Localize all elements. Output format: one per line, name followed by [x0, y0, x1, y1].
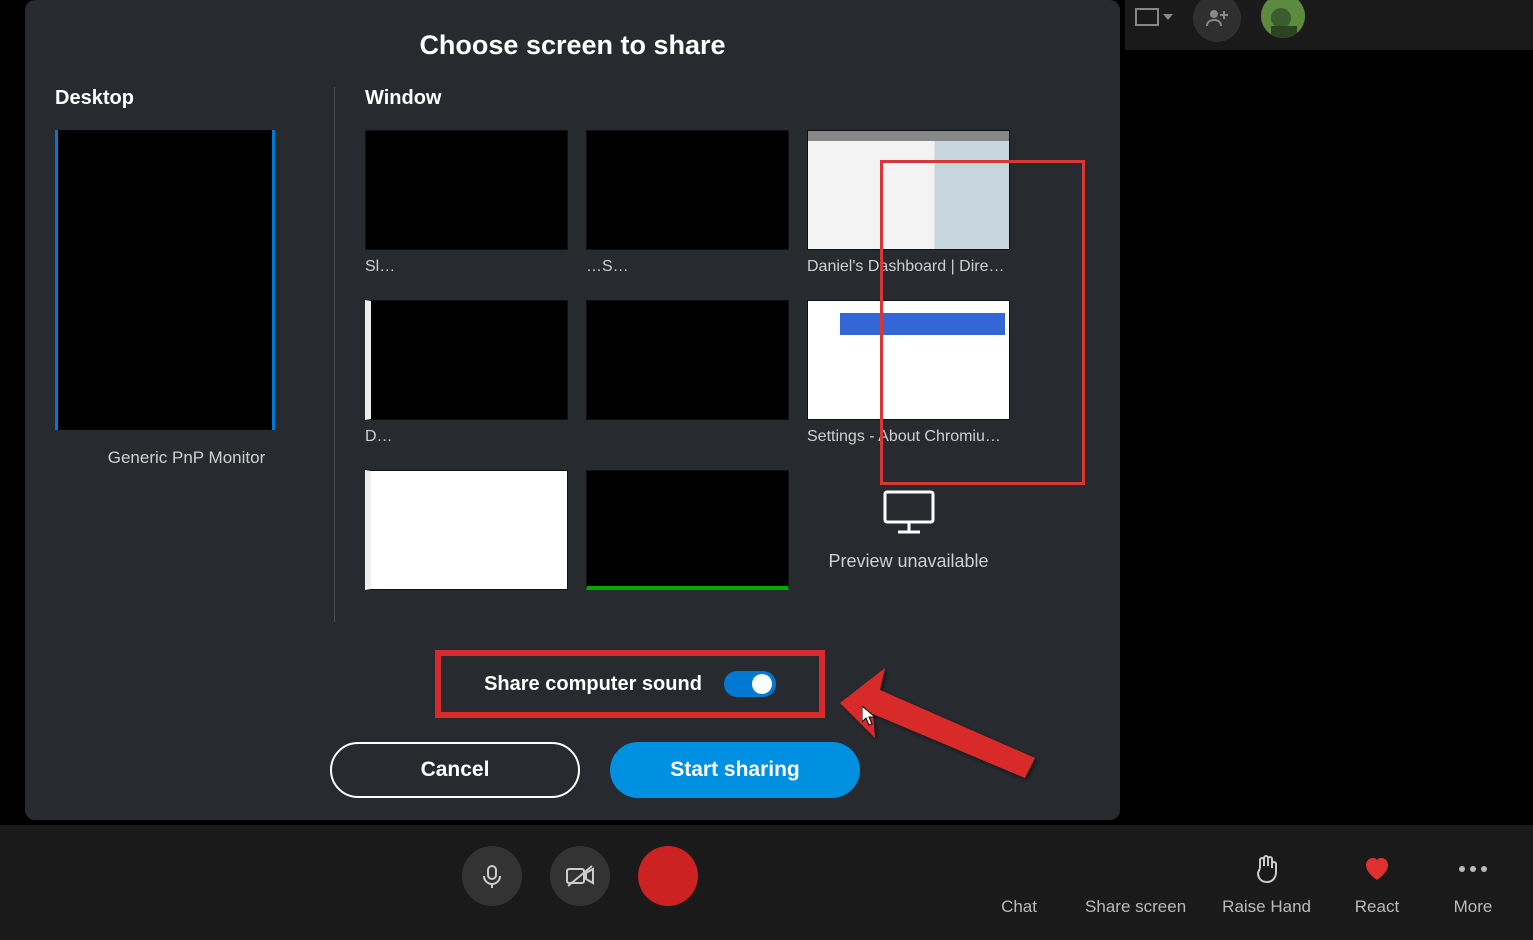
- react-label: React: [1355, 897, 1399, 917]
- window-item[interactable]: [586, 470, 789, 622]
- annotation-highlight-icon: Share computer sound: [435, 650, 825, 718]
- desktop-thumbnail[interactable]: [55, 130, 275, 430]
- add-people-button[interactable]: [1193, 0, 1241, 42]
- window-label: Settings - About Chromiu…: [807, 428, 1010, 452]
- share-screen-dialog: Choose screen to share Desktop Generic P…: [25, 0, 1120, 820]
- raise-hand-label: Raise Hand: [1222, 897, 1311, 917]
- window-header: Window: [365, 87, 1090, 110]
- window-label: [586, 598, 789, 622]
- more-label: More: [1454, 897, 1493, 917]
- window-item[interactable]: …S…: [586, 130, 789, 282]
- dialog-title: Choose screen to share: [55, 30, 1090, 61]
- window-label: D…: [365, 428, 568, 452]
- window-item[interactable]: Settings - About Chromiu…: [807, 300, 1010, 452]
- share-sound-label: Share computer sound: [484, 673, 702, 696]
- window-item[interactable]: D…: [365, 300, 568, 452]
- window-label: …S…: [586, 258, 789, 282]
- react-button[interactable]: React: [1347, 849, 1407, 917]
- mute-button[interactable]: [462, 846, 522, 906]
- desktop-header: Desktop: [55, 87, 318, 110]
- window-section: Window Sl… …S… Daniel's Dashboard | Dire…: [335, 87, 1090, 622]
- call-toolbar: Chat Share screen Raise Hand React More: [0, 825, 1533, 940]
- window-label: [586, 428, 789, 452]
- window-item[interactable]: Sl…: [365, 130, 568, 282]
- call-header: [1125, 0, 1533, 50]
- video-button[interactable]: [550, 846, 610, 906]
- window-item[interactable]: [586, 300, 789, 452]
- more-button[interactable]: More: [1443, 849, 1503, 917]
- cancel-button[interactable]: Cancel: [330, 742, 580, 798]
- window-item[interactable]: Daniel's Dashboard | Direct…: [807, 130, 1010, 282]
- window-label: [365, 598, 568, 622]
- window-item[interactable]: [365, 470, 568, 622]
- window-label: Daniel's Dashboard | Direct…: [807, 258, 1010, 282]
- share-screen-button[interactable]: Share screen: [1085, 849, 1186, 917]
- end-call-button[interactable]: [638, 846, 698, 906]
- start-sharing-button[interactable]: Start sharing: [610, 742, 860, 798]
- chat-label: Chat: [1001, 897, 1037, 917]
- preview-unavailable-label: Preview unavailable: [828, 551, 988, 572]
- desktop-section: Desktop Generic PnP Monitor: [55, 87, 335, 622]
- view-mode-button[interactable]: [1135, 0, 1173, 26]
- cursor-icon: [862, 706, 876, 726]
- share-screen-label: Share screen: [1085, 897, 1186, 917]
- share-sound-toggle[interactable]: [724, 671, 776, 697]
- chat-button[interactable]: Chat: [989, 849, 1049, 917]
- window-label: Sl…: [365, 258, 568, 282]
- monitor-icon: [882, 489, 936, 535]
- desktop-label: Generic PnP Monitor: [55, 448, 318, 468]
- raise-hand-button[interactable]: Raise Hand: [1222, 849, 1311, 917]
- avatar[interactable]: [1261, 0, 1305, 38]
- window-item-preview-unavailable[interactable]: Preview unavailable: [807, 470, 1010, 622]
